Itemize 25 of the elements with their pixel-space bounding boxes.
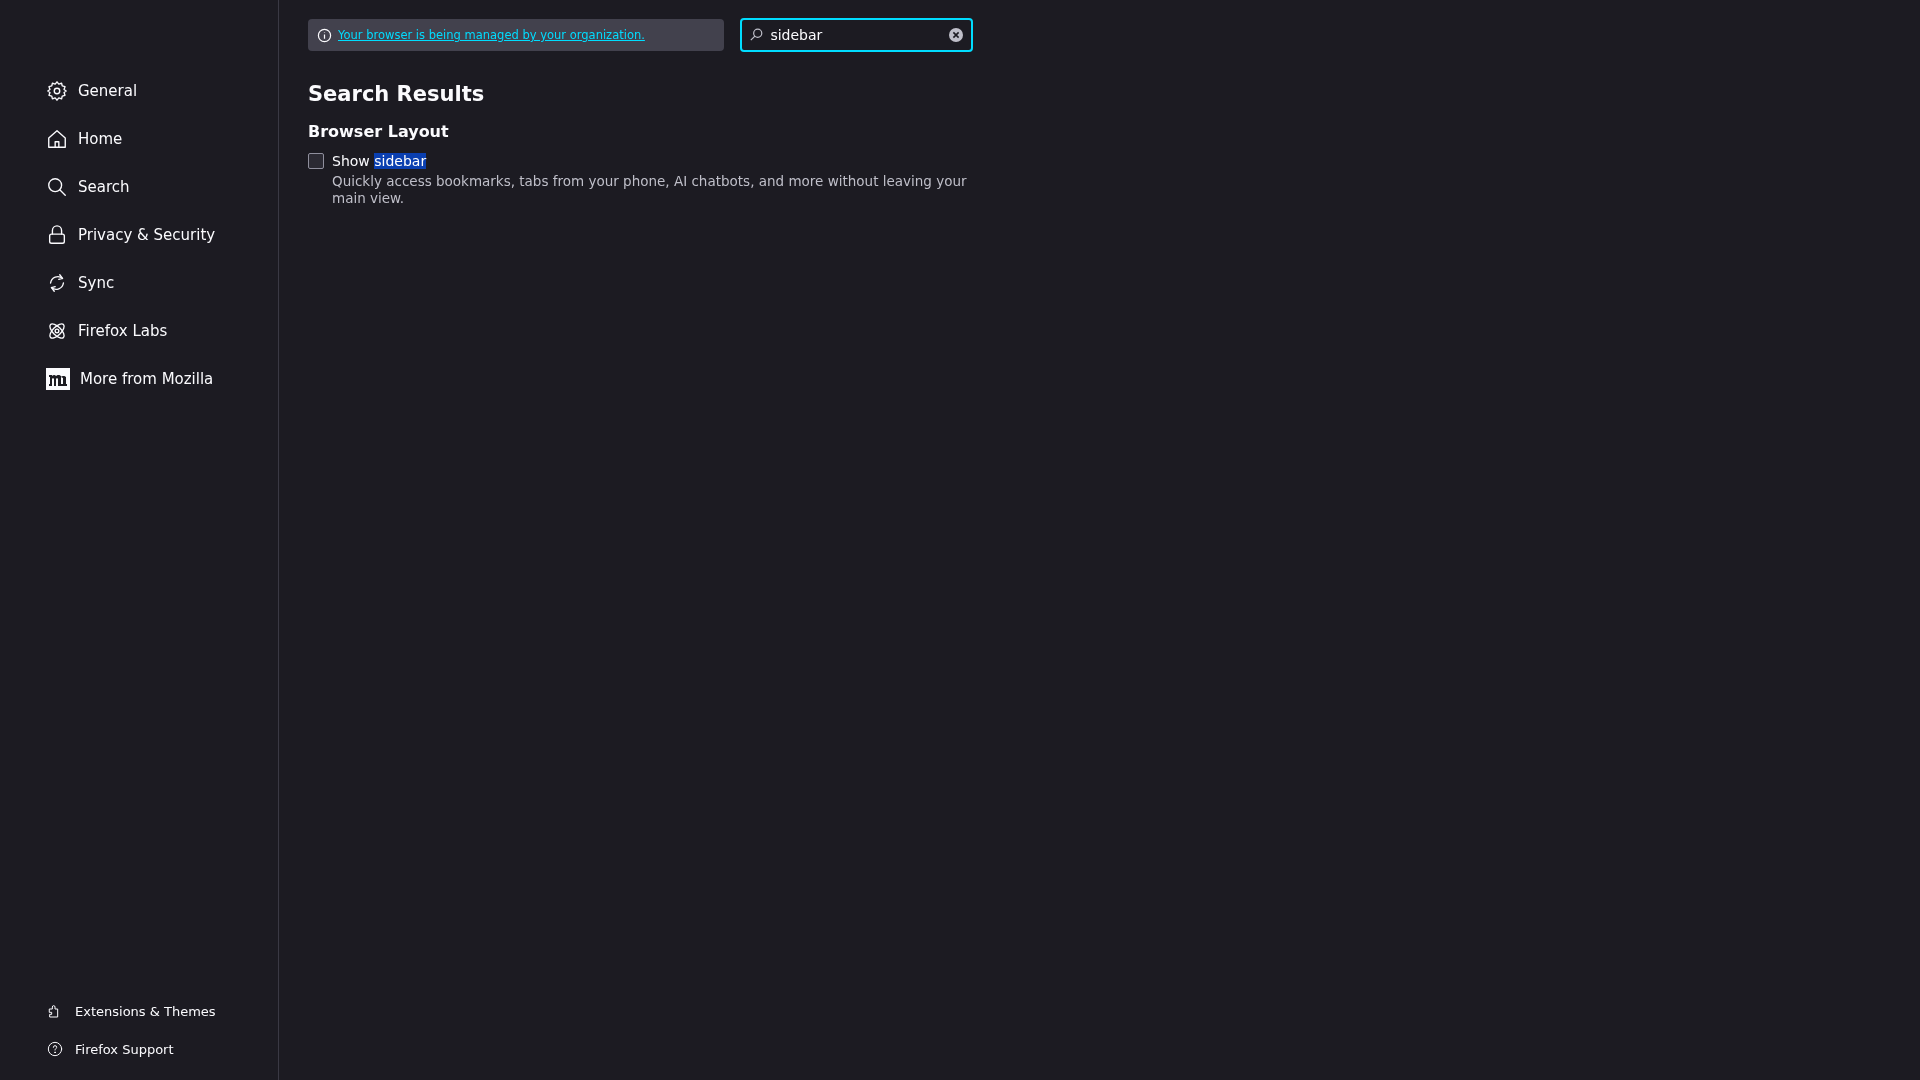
search-icon — [750, 28, 764, 41]
footer-link[interactable]: Firefox Support — [47, 1038, 278, 1060]
gear-icon — [46, 80, 68, 102]
footer-link[interactable]: Extensions & Themes — [47, 1000, 278, 1022]
search-icon — [46, 176, 68, 198]
page-heading: Search Results — [308, 82, 486, 106]
find-field[interactable]: sidebar — [740, 18, 973, 52]
atom-icon — [46, 320, 68, 342]
category-item[interactable]: More from Mozilla — [46, 364, 278, 394]
category-item[interactable]: Home — [46, 124, 278, 154]
option-description: Quickly access bookmarks, tabs from your phone, AI chatbots, and more without leaving your main view. — [332, 173, 968, 207]
home-icon — [46, 128, 68, 150]
m-logo-icon — [46, 368, 70, 390]
category-item[interactable]: General — [46, 76, 278, 106]
managed-link[interactable]: Your browser is being managed by your organization. — [338, 28, 645, 42]
checkbox[interactable] — [308, 153, 324, 169]
category-item[interactable]: Search — [46, 172, 278, 202]
help-icon — [47, 1041, 63, 1057]
category-item[interactable]: Sync — [46, 268, 278, 298]
info-icon — [317, 27, 332, 43]
section-heading: Browser Layout — [308, 122, 450, 141]
category-item[interactable]: Firefox Labs — [46, 316, 278, 346]
clear-icon[interactable] — [949, 28, 963, 42]
category-item[interactable]: Privacy & Security — [46, 220, 278, 250]
lock-icon — [46, 224, 68, 246]
